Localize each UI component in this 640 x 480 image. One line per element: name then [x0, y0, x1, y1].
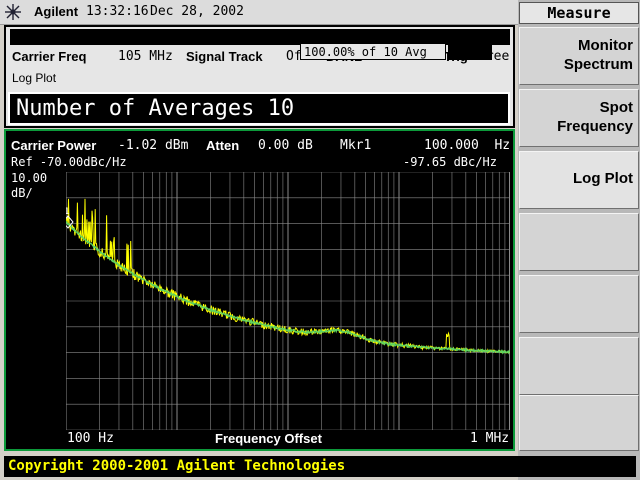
plot-grid	[66, 172, 510, 430]
scale-value: 10.00	[11, 171, 48, 185]
clock-date: Dec 28, 2002	[150, 4, 244, 19]
softkey-5[interactable]	[519, 275, 639, 333]
active-entry-field[interactable]: Number of Averages 10	[8, 92, 510, 125]
title-bar: Agilent 13:32:16 Dec 28, 2002	[0, 0, 518, 25]
scale-unit: dB/	[11, 186, 33, 200]
clock-time: 13:32:16	[86, 4, 149, 19]
carrier-freq-value: 105 MHz	[118, 49, 173, 64]
key-label-line2: Frequency	[557, 118, 633, 135]
atten-label: Atten	[206, 138, 240, 153]
key-label-line1: Spot	[599, 99, 633, 116]
carrier-freq-label: Carrier Freq	[12, 49, 87, 64]
monitor-spectrum-key[interactable]: Monitor Spectrum	[519, 27, 639, 85]
carrier-power-label: Carrier Power	[11, 138, 97, 153]
progress-bar-fill	[448, 43, 492, 60]
menu-title: Measure	[519, 2, 639, 24]
agilent-spark-icon	[5, 4, 21, 20]
x-axis-label: Frequency Offset	[215, 431, 322, 446]
reference-level: Ref -70.00dBc/Hz	[11, 155, 127, 169]
key-label-line2: Spectrum	[563, 56, 633, 73]
log-plot-key[interactable]: Log Plot	[519, 151, 639, 209]
x-axis-start: 100 Hz	[67, 431, 114, 446]
atten-value: 0.00 dB	[258, 138, 313, 153]
carrier-power-value: -1.02 dBm	[118, 138, 189, 153]
marker-frequency: 100.000 Hz	[424, 138, 511, 153]
softkey-4[interactable]	[519, 213, 639, 271]
signal-track-label: Signal Track	[186, 49, 263, 64]
spot-frequency-key[interactable]: Spot Frequency	[519, 89, 639, 147]
key-label-line1: Monitor	[578, 37, 633, 54]
marker-number: 1	[66, 207, 69, 217]
average-progress-indicator: 100.00% of 10 Avg	[300, 43, 446, 60]
marker-level: -97.65 dBc/Hz	[403, 155, 497, 169]
brand-name: Agilent	[34, 4, 79, 19]
copyright-bar: Copyright 2000-2001 Agilent Technologies	[4, 456, 636, 477]
x-axis-stop: 1 MHz	[470, 431, 510, 446]
log-plot-area: 1	[66, 172, 510, 430]
view-label: Log Plot	[12, 71, 57, 85]
softkey-6[interactable]	[519, 337, 639, 395]
key-label-line1: Log Plot	[573, 170, 633, 187]
marker-label: Mkr1	[340, 138, 372, 153]
softkey-7[interactable]	[519, 395, 639, 451]
